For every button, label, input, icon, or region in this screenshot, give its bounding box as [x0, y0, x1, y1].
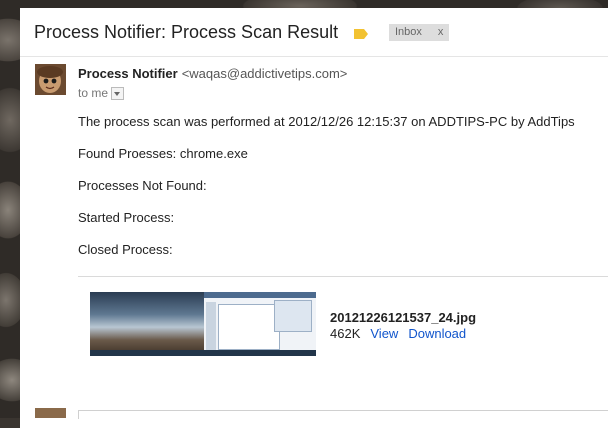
thumbnail-wallpaper: [90, 292, 204, 356]
body-line-started: Started Process:: [78, 210, 175, 225]
body-line-closed: Closed Process:: [78, 242, 173, 257]
subject-header: Process Notifier: Process Scan Result In…: [20, 8, 608, 56]
remove-label-icon[interactable]: x: [438, 26, 444, 38]
reply-avatar: [35, 408, 66, 418]
attachment-divider: [78, 276, 608, 277]
attachment-size: 462K: [330, 326, 361, 341]
attachment-filename: 20121226121537_24.jpg: [330, 310, 477, 325]
recipient-text: to me: [78, 86, 109, 100]
sender-avatar[interactable]: [35, 64, 66, 95]
thumbnail-taskbar: [90, 350, 316, 356]
recipient-line: to me: [78, 86, 125, 101]
view-attachment-link[interactable]: View: [370, 326, 398, 341]
email-subject: Process Notifier: Process Scan Result: [34, 22, 339, 42]
label-tag-icon[interactable]: [354, 29, 368, 39]
attachment-meta: 462K View Download: [330, 326, 466, 341]
body-line-scan: The process scan was performed at 2012/1…: [78, 114, 575, 129]
sender-name[interactable]: Process Notifier: [78, 66, 178, 81]
sender-line: Process Notifier <waqas@addictivetips.com…: [78, 66, 347, 81]
body-line-found: Found Proesses: chrome.exe: [78, 146, 248, 161]
inbox-label-chip[interactable]: Inbox x: [389, 24, 450, 41]
attachment-thumbnail[interactable]: [90, 292, 316, 356]
header-divider: [20, 56, 608, 57]
download-attachment-link[interactable]: Download: [408, 326, 466, 341]
recipient-details-dropdown-icon[interactable]: [111, 87, 125, 101]
body-line-not-found: Processes Not Found:: [78, 178, 207, 193]
thumbnail-desktop: [204, 292, 316, 356]
sender-email: <waqas@addictivetips.com>: [181, 66, 348, 81]
inbox-label-text: Inbox: [395, 26, 422, 38]
